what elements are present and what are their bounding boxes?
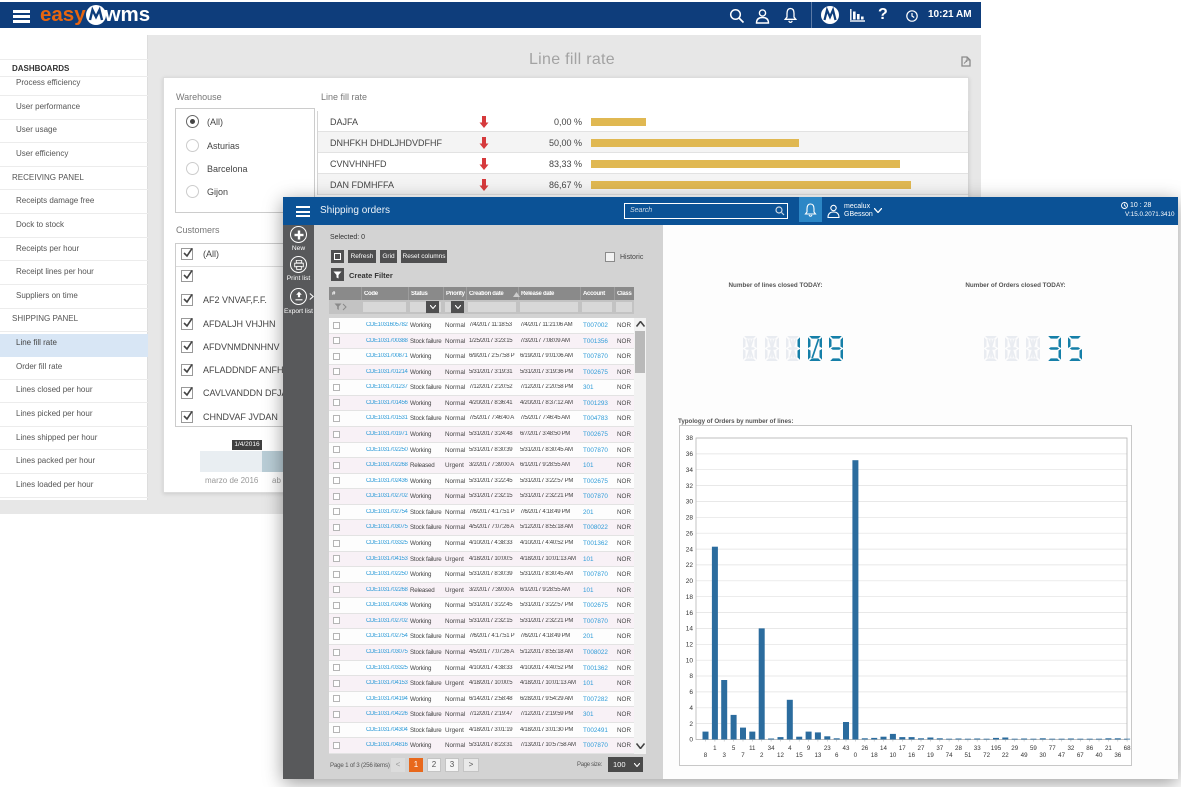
svg-text:34: 34 — [768, 745, 775, 752]
svg-text:23: 23 — [824, 745, 831, 752]
svg-text:67: 67 — [1077, 752, 1084, 759]
svg-text:3: 3 — [722, 752, 726, 759]
svg-text:7: 7 — [741, 752, 745, 759]
svg-text:21: 21 — [1105, 745, 1112, 752]
svg-text:18: 18 — [686, 594, 694, 601]
svg-text:24: 24 — [686, 546, 694, 553]
svg-text:28: 28 — [686, 515, 694, 522]
svg-text:26: 26 — [861, 745, 868, 752]
svg-text:33: 33 — [974, 745, 981, 752]
svg-text:34: 34 — [686, 467, 694, 474]
svg-text:4: 4 — [689, 705, 693, 712]
svg-text:38: 38 — [686, 435, 694, 442]
svg-text:36: 36 — [1114, 752, 1121, 759]
svg-text:20: 20 — [686, 578, 694, 585]
svg-text:4: 4 — [788, 745, 792, 752]
svg-text:30: 30 — [1039, 752, 1046, 759]
svg-text:28: 28 — [955, 745, 962, 752]
svg-text:14: 14 — [686, 626, 694, 633]
svg-text:77: 77 — [1049, 745, 1056, 752]
svg-text:32: 32 — [1067, 745, 1074, 752]
svg-text:72: 72 — [983, 752, 990, 759]
svg-text:16: 16 — [908, 752, 915, 759]
svg-text:74: 74 — [946, 752, 953, 759]
svg-text:16: 16 — [686, 610, 694, 617]
svg-text:30: 30 — [686, 499, 694, 506]
svg-text:29: 29 — [1011, 745, 1018, 752]
svg-text:19: 19 — [927, 752, 934, 759]
svg-text:2: 2 — [689, 721, 693, 728]
svg-text:59: 59 — [1030, 745, 1037, 752]
svg-text:40: 40 — [1096, 752, 1103, 759]
svg-text:68: 68 — [1124, 745, 1131, 752]
svg-text:10: 10 — [889, 752, 896, 759]
svg-text:22: 22 — [1002, 752, 1009, 759]
svg-text:17: 17 — [899, 745, 906, 752]
svg-text:27: 27 — [918, 745, 925, 752]
svg-text:12: 12 — [686, 642, 694, 649]
svg-text:32: 32 — [686, 483, 694, 490]
svg-text:14: 14 — [880, 745, 887, 752]
svg-text:51: 51 — [964, 752, 971, 759]
svg-text:0: 0 — [854, 752, 858, 759]
svg-text:49: 49 — [1021, 752, 1028, 759]
svg-text:86: 86 — [1086, 745, 1093, 752]
svg-text:1: 1 — [713, 745, 717, 752]
svg-text:47: 47 — [1058, 752, 1065, 759]
svg-text:12: 12 — [777, 752, 784, 759]
svg-text:6: 6 — [835, 752, 839, 759]
svg-text:15: 15 — [796, 752, 803, 759]
svg-text:11: 11 — [749, 745, 756, 752]
svg-text:18: 18 — [871, 752, 878, 759]
svg-text:43: 43 — [843, 745, 850, 752]
svg-text:26: 26 — [686, 530, 694, 537]
svg-text:22: 22 — [686, 562, 694, 569]
svg-text:37: 37 — [936, 745, 943, 752]
svg-text:36: 36 — [686, 451, 694, 458]
svg-text:9: 9 — [807, 745, 811, 752]
svg-text:8: 8 — [704, 752, 708, 759]
svg-text:13: 13 — [814, 752, 821, 759]
svg-text:10: 10 — [686, 657, 694, 664]
svg-text:5: 5 — [732, 745, 736, 752]
svg-text:0: 0 — [689, 737, 693, 744]
svg-text:6: 6 — [689, 689, 693, 696]
svg-text:8: 8 — [689, 673, 693, 680]
svg-text:2: 2 — [760, 752, 764, 759]
svg-text:195: 195 — [991, 745, 1002, 752]
